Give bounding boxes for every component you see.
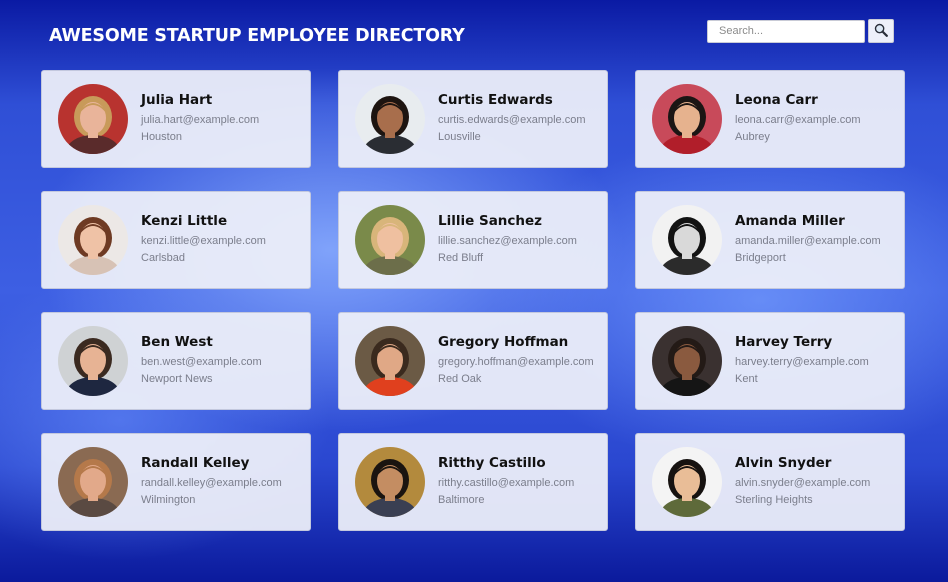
portrait-image — [355, 205, 425, 275]
employee-name: Lillie Sanchez — [438, 213, 543, 229]
employee-info: Lillie Sanchez lillie.sanchez@example.co… — [438, 213, 577, 267]
avatar — [58, 205, 128, 275]
employee-card[interactable]: Curtis Edwards curtis.edwards@example.co… — [338, 70, 608, 168]
employee-email: harvey.terry@example.com — [735, 356, 869, 368]
employee-name: Curtis Edwards — [438, 92, 553, 108]
employee-card[interactable]: Lillie Sanchez lillie.sanchez@example.co… — [338, 191, 608, 289]
page-header: AWESOME STARTUP EMPLOYEE DIRECTORY — [0, 0, 948, 70]
employee-name: Ben West — [141, 334, 213, 350]
employee-info: Julia Hart julia.hart@example.com Housto… — [141, 92, 259, 146]
employee-name: Ritthy Castillo — [438, 455, 546, 471]
employee-email: randall.kelley@example.com — [141, 477, 282, 489]
avatar — [355, 205, 425, 275]
employee-name: Julia Hart — [141, 92, 213, 108]
employee-city: Lousville — [438, 131, 481, 143]
avatar — [652, 326, 722, 396]
portrait-image — [355, 326, 425, 396]
employee-card[interactable]: Amanda Miller amanda.miller@example.com … — [635, 191, 905, 289]
avatar — [355, 84, 425, 154]
portrait-image — [355, 447, 425, 517]
portrait-image — [58, 205, 128, 275]
portrait-image — [652, 205, 722, 275]
portrait-image — [58, 326, 128, 396]
employee-info: Alvin Snyder alvin.snyder@example.com St… — [735, 455, 870, 509]
employee-name: Kenzi Little — [141, 213, 228, 229]
avatar — [355, 447, 425, 517]
avatar — [58, 326, 128, 396]
avatar — [58, 447, 128, 517]
portrait-image — [652, 84, 722, 154]
employee-info: Leona Carr leona.carr@example.com Aubrey — [735, 92, 861, 146]
employee-city: Aubrey — [735, 131, 770, 143]
employee-email: curtis.edwards@example.com — [438, 114, 586, 126]
employee-email: lillie.sanchez@example.com — [438, 235, 577, 247]
employee-card[interactable]: Ben West ben.west@example.com Newport Ne… — [41, 312, 311, 410]
employee-city: Red Oak — [438, 373, 482, 385]
avatar — [652, 84, 722, 154]
employee-card[interactable]: Gregory Hoffman gregory.hoffman@example.… — [338, 312, 608, 410]
employee-city: Carlsbad — [141, 252, 186, 264]
employee-city: Wilmington — [141, 494, 196, 506]
avatar — [58, 84, 128, 154]
employee-city: Red Bluff — [438, 252, 484, 264]
employee-name: Leona Carr — [735, 92, 818, 108]
avatar — [652, 205, 722, 275]
employee-grid: Julia Hart julia.hart@example.com Housto… — [41, 70, 905, 531]
employee-email: ben.west@example.com — [141, 356, 262, 368]
employee-info: Ben West ben.west@example.com Newport Ne… — [141, 334, 262, 388]
employee-name: Randall Kelley — [141, 455, 250, 471]
magnifier-icon — [874, 23, 888, 40]
page-title: AWESOME STARTUP EMPLOYEE DIRECTORY — [49, 26, 465, 46]
employee-city: Baltimore — [438, 494, 485, 506]
employee-card[interactable]: Randall Kelley randall.kelley@example.co… — [41, 433, 311, 531]
employee-card[interactable]: Kenzi Little kenzi.little@example.com Ca… — [41, 191, 311, 289]
employee-info: Randall Kelley randall.kelley@example.co… — [141, 455, 282, 509]
employee-city: Houston — [141, 131, 182, 143]
portrait-image — [58, 447, 128, 517]
employee-card[interactable]: Leona Carr leona.carr@example.com Aubrey — [635, 70, 905, 168]
employee-info: Amanda Miller amanda.miller@example.com … — [735, 213, 881, 267]
employee-card[interactable]: Ritthy Castillo ritthy.castillo@example.… — [338, 433, 608, 531]
employee-card[interactable]: Julia Hart julia.hart@example.com Housto… — [41, 70, 311, 168]
employee-city: Newport News — [141, 373, 213, 385]
employee-email: alvin.snyder@example.com — [735, 477, 871, 489]
portrait-image — [58, 84, 128, 154]
employee-email: gregory.hoffman@example.com — [438, 356, 594, 368]
search-form — [707, 19, 894, 43]
employee-info: Ritthy Castillo ritthy.castillo@example.… — [438, 455, 574, 509]
employee-card[interactable]: Alvin Snyder alvin.snyder@example.com St… — [635, 433, 905, 531]
employee-city: Sterling Heights — [735, 494, 813, 506]
employee-info: Kenzi Little kenzi.little@example.com Ca… — [141, 213, 266, 267]
employee-info: Curtis Edwards curtis.edwards@example.co… — [438, 92, 586, 146]
employee-name: Gregory Hoffman — [438, 334, 569, 350]
employee-email: leona.carr@example.com — [735, 114, 861, 126]
search-input[interactable] — [707, 19, 865, 43]
employee-name: Harvey Terry — [735, 334, 833, 350]
employee-city: Bridgeport — [735, 252, 786, 264]
search-button[interactable] — [868, 19, 894, 43]
portrait-image — [652, 326, 722, 396]
employee-name: Alvin Snyder — [735, 455, 832, 471]
employee-email: julia.hart@example.com — [141, 114, 260, 126]
portrait-image — [355, 84, 425, 154]
avatar — [355, 326, 425, 396]
employee-email: amanda.miller@example.com — [735, 235, 881, 247]
employee-city: Kent — [735, 373, 758, 385]
employee-name: Amanda Miller — [735, 213, 845, 229]
portrait-image — [652, 447, 722, 517]
employee-email: ritthy.castillo@example.com — [438, 477, 575, 489]
employee-info: Harvey Terry harvey.terry@example.com Ke… — [735, 334, 869, 388]
employee-info: Gregory Hoffman gregory.hoffman@example.… — [438, 334, 594, 388]
employee-email: kenzi.little@example.com — [141, 235, 266, 247]
employee-card[interactable]: Harvey Terry harvey.terry@example.com Ke… — [635, 312, 905, 410]
avatar — [652, 447, 722, 517]
